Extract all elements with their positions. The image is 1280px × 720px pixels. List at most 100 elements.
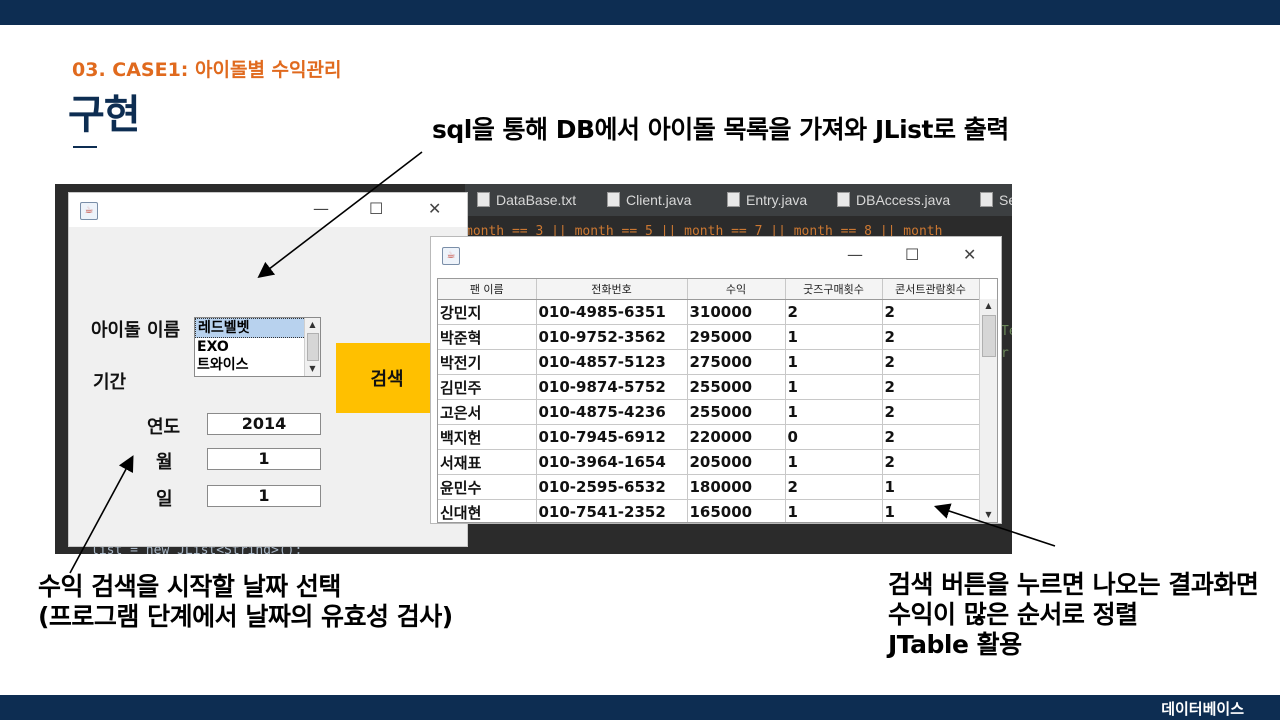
table-row[interactable]: 강민지 010-4985-6351 310000 2 2 xyxy=(438,299,980,325)
code-side-1: Te xyxy=(1001,324,1012,339)
scroll-thumb[interactable] xyxy=(982,315,996,357)
table-cell[interactable]: 윤민수 xyxy=(438,474,537,500)
close-button[interactable]: ✕ xyxy=(428,199,441,218)
column-header-revenue[interactable]: 수익 xyxy=(687,279,786,300)
annotation-result-table: 검색 버튼을 누르면 나오는 결과화면 수익이 많은 순서로 정렬 JTable… xyxy=(888,570,1259,659)
table-cell[interactable]: 010-4875-4236 xyxy=(536,399,688,425)
table-scrollbar[interactable]: ▲ ▼ xyxy=(979,299,997,522)
table-row[interactable]: 고은서 010-4875-4236 255000 1 2 xyxy=(438,399,980,425)
table-row[interactable]: 서재표 010-3964-1654 205000 1 2 xyxy=(438,449,980,475)
table-row[interactable]: 박준혁 010-9752-3562 295000 1 2 xyxy=(438,324,980,350)
table-cell[interactable]: 서재표 xyxy=(438,449,537,475)
scroll-up-arrow-icon[interactable]: ▲ xyxy=(305,318,320,332)
table-cell[interactable]: 295000 xyxy=(687,324,786,350)
day-field[interactable]: 1 xyxy=(207,485,321,507)
table-cell[interactable]: 1 xyxy=(785,449,883,475)
table-row[interactable]: 김민주 010-9874-5752 255000 1 2 xyxy=(438,374,980,400)
table-cell[interactable]: 255000 xyxy=(687,374,786,400)
table-cell[interactable]: 2 xyxy=(882,374,980,400)
table-cell[interactable]: 010-4985-6351 xyxy=(536,299,688,325)
ide-tab-entry[interactable]: Entry.java xyxy=(727,192,807,208)
scroll-down-arrow-icon[interactable]: ▼ xyxy=(305,362,320,376)
table-cell[interactable]: 백지헌 xyxy=(438,424,537,450)
table-cell[interactable]: 박준혁 xyxy=(438,324,537,350)
table-cell[interactable]: 1 xyxy=(785,499,883,522)
idol-search-window: ☕ — ☐ ✕ 아이돌 이름 레드벨벳 EXO 트와이스 ▲ ▼ 기간 검색 연… xyxy=(68,192,468,547)
table-cell[interactable]: 0 xyxy=(785,424,883,450)
table-cell[interactable]: 275000 xyxy=(687,349,786,375)
table-row[interactable]: 윤민수 010-2595-6532 180000 2 1 xyxy=(438,474,980,500)
table-cell[interactable]: 고은서 xyxy=(438,399,537,425)
table-cell[interactable]: 1 xyxy=(785,349,883,375)
maximize-button[interactable]: ☐ xyxy=(369,199,383,218)
minimize-button[interactable]: — xyxy=(313,199,329,218)
scroll-up-arrow-icon[interactable]: ▲ xyxy=(980,299,997,313)
table-cell[interactable]: 010-4857-5123 xyxy=(536,349,688,375)
column-header-concert-count[interactable]: 콘서트관람횟수 xyxy=(882,279,980,300)
table-cell[interactable]: 2 xyxy=(785,299,883,325)
table-cell[interactable]: 박전기 xyxy=(438,349,537,375)
file-icon xyxy=(980,192,993,207)
results-table-container: 팬 이름 전화번호 수익 굿즈구매횟수 콘서트관람횟수 강민지 010-4985… xyxy=(437,278,998,523)
table-cell[interactable]: 강민지 xyxy=(438,299,537,325)
ide-tab-client[interactable]: Client.java xyxy=(607,192,691,208)
scroll-thumb[interactable] xyxy=(307,333,319,361)
table-cell[interactable]: 010-3964-1654 xyxy=(536,449,688,475)
table-cell[interactable]: 2 xyxy=(882,399,980,425)
table-cell[interactable]: 2 xyxy=(882,449,980,475)
table-cell[interactable]: 010-2595-6532 xyxy=(536,474,688,500)
close-button[interactable]: ✕ xyxy=(963,245,976,264)
column-header-fan-name[interactable]: 팬 이름 xyxy=(438,279,537,300)
table-cell[interactable]: 1 xyxy=(882,499,980,522)
table-cell[interactable]: 165000 xyxy=(687,499,786,522)
table-cell[interactable]: 2 xyxy=(882,299,980,325)
idol-list-item[interactable]: EXO xyxy=(195,338,320,356)
table-cell[interactable]: 2 xyxy=(882,349,980,375)
table-cell[interactable]: 180000 xyxy=(687,474,786,500)
table-cell[interactable]: 010-7541-2352 xyxy=(536,499,688,522)
ide-tab-se[interactable]: Se xyxy=(980,192,1012,208)
table-row[interactable]: 백지헌 010-7945-6912 220000 0 2 xyxy=(438,424,980,450)
scroll-down-arrow-icon[interactable]: ▼ xyxy=(980,508,997,522)
top-bar xyxy=(0,0,1280,25)
table-cell[interactable]: 220000 xyxy=(687,424,786,450)
table-cell[interactable]: 2 xyxy=(882,324,980,350)
table-cell[interactable]: 255000 xyxy=(687,399,786,425)
file-icon xyxy=(727,192,740,207)
maximize-button[interactable]: ☐ xyxy=(905,245,919,264)
search-button[interactable]: 검색 xyxy=(336,343,438,413)
year-field[interactable]: 2014 xyxy=(207,413,321,435)
table-cell[interactable]: 1 xyxy=(785,399,883,425)
ide-tab-dbaccess[interactable]: DBAccess.java xyxy=(837,192,950,208)
table-cell[interactable]: 1 xyxy=(785,324,883,350)
table-cell[interactable]: 신대현 xyxy=(438,499,537,522)
table-cell[interactable]: 010-7945-6912 xyxy=(536,424,688,450)
minimize-button[interactable]: — xyxy=(847,245,863,264)
table-cell[interactable]: 김민주 xyxy=(438,374,537,400)
month-field[interactable]: 1 xyxy=(207,448,321,470)
table-row[interactable]: 박전기 010-4857-5123 275000 1 2 xyxy=(438,349,980,375)
idol-list-item-selected[interactable]: 레드벨벳 xyxy=(195,318,320,338)
idol-list-item[interactable]: 트와이스 xyxy=(195,356,320,374)
file-icon xyxy=(607,192,620,207)
table-cell[interactable]: 205000 xyxy=(687,449,786,475)
table-row[interactable]: 신대현 010-7541-2352 165000 1 1 xyxy=(438,499,980,522)
ide-tab-database[interactable]: DataBase.txt xyxy=(477,192,576,208)
footer-label: 데이터베이스 xyxy=(1161,700,1244,718)
section-subtitle: 03. CASE1: 아이돌별 수익관리 xyxy=(72,59,342,81)
table-cell[interactable]: 010-9874-5752 xyxy=(536,374,688,400)
idol-list-scrollbar[interactable]: ▲ ▼ xyxy=(304,318,320,376)
table-cell[interactable]: 1 xyxy=(882,474,980,500)
title-underline xyxy=(73,146,97,148)
table-cell[interactable]: 010-9752-3562 xyxy=(536,324,688,350)
idol-list[interactable]: 레드벨벳 EXO 트와이스 ▲ ▼ xyxy=(194,317,321,377)
column-header-goods-count[interactable]: 굿즈구매횟수 xyxy=(785,279,883,300)
app-screenshot: DataBase.txt Client.java Entry.java DBAc… xyxy=(55,184,1012,554)
column-header-phone[interactable]: 전화번호 xyxy=(536,279,688,300)
table-cell[interactable]: 310000 xyxy=(687,299,786,325)
file-icon xyxy=(477,192,490,207)
table-cell[interactable]: 1 xyxy=(785,374,883,400)
table-cell[interactable]: 2 xyxy=(882,424,980,450)
table-cell[interactable]: 2 xyxy=(785,474,883,500)
month-label: 월 xyxy=(156,452,173,473)
